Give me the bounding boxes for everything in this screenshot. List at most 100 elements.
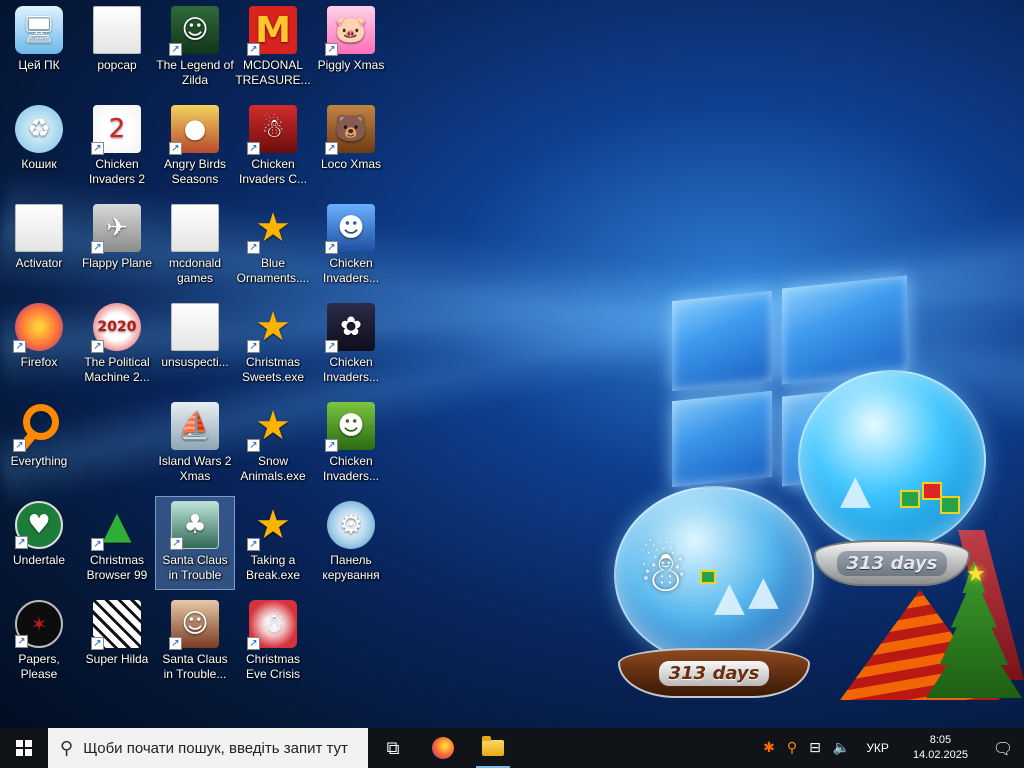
desktop-icon-label: Blue Ornaments.... [236,256,310,285]
desktop-icon-chicken-invaders[interactable]: ☻ ↗ Chicken Invaders... [312,398,390,490]
taskbar-file-explorer-button[interactable] [468,728,518,768]
desktop-icon-santa-claus-in-trouble-a[interactable]: ☺↗Santa Claus in Trouble... A... [156,596,234,688]
christmas-tree-icon: ▲ ↗ [91,501,141,551]
shortcut-arrow-icon: ↗ [13,439,26,452]
desktop-icon-label: Chicken Invaders... [322,355,380,384]
desktop-icon-island-wars-2-xmas[interactable]: ⛵ Island Wars 2 Xmas [156,398,234,490]
political-machine-icon: 2020 ↗ [91,303,141,353]
control-panel-icon: ⚙ [327,501,375,549]
snow-globe-right-base: 313 days [814,540,970,586]
shortcut-arrow-icon: ↗ [325,43,338,56]
island-wars-icon: ⛵ [171,402,219,450]
shortcut-arrow-icon: ↗ [91,538,104,551]
desktop-icon-christmas-sweets-exe[interactable]: ★ ↗ Christmas Sweets.exe [234,299,312,391]
desktop-icon-label: Santa Claus in Trouble [162,553,228,582]
desktop-icon-santa-claus-in-trouble[interactable]: ♣ ↗ Santa Claus in Trouble [155,496,235,590]
desktop-icon-label: Taking a Break.exe [245,553,301,582]
desktop-icon-цей-пк[interactable]: 🖥 Цей ПК [0,2,78,94]
desktop-icon-label: Chicken Invaders... [322,454,380,483]
desktop-icon-label: mcdonald games [168,256,222,285]
action-center-button[interactable]: 🗨 [982,728,1024,768]
desktop-icon-flappy-plane[interactable]: ✈ ↗ Flappy Plane [78,200,156,292]
shortcut-arrow-icon: ↗ [91,142,104,155]
shortcut-arrow-icon: ↗ [325,439,338,452]
star-game-icon: ★ ↗ [247,204,297,254]
desktop-icon-chicken-invaders[interactable]: ☻ ↗ Chicken Invaders... [312,200,390,292]
desktop-icon-кошик[interactable]: ♻ Кошик [0,101,78,193]
desktop-icon-taking-a-break-exe[interactable]: ★ ↗ Taking a Break.exe [234,497,312,589]
desktop-icon-papers-please[interactable]: ✶ ↗ Papers, Please [0,596,78,688]
desktop-icon-панель-керування[interactable]: ⚙ Панель керування [312,497,390,589]
papers-please-icon: ✶ ↗ [15,600,63,648]
desktop-icon-label: MCDONAL TREASURE... [235,58,311,87]
desktop-icon-firefox[interactable]: ↗ Firefox [0,299,78,391]
santa-trouble-again-icon: ☺ ↗ [169,600,219,650]
everything-tray-icon[interactable]: ⚲ [781,740,803,756]
shortcut-arrow-icon: ↗ [247,142,260,155]
taskbar-clock[interactable]: 8:05 14.02.2025 [899,733,982,763]
network-icon[interactable]: ⊟ [803,740,827,756]
desktop-icon-label: Christmas Eve Crisis [245,652,300,681]
desktop-icon-the-political-machine-2[interactable]: 2020 ↗ The Political Machine 2... [78,299,156,391]
system-tray: ✱ ⚲ ⊟ 🔈 УКР 8:05 14.02.2025 🗨 [757,728,1024,768]
desktop-icon-christmas-eve-crisis[interactable]: ☃ ↗ Christmas Eve Crisis [234,596,312,688]
desktop-icon-chicken-invaders-c[interactable]: ☃ ↗ Chicken Invaders C... [234,101,312,193]
desktop-icon-mcdonal-treasure[interactable]: M ↗ MCDONAL TREASURE... [234,2,312,94]
desktop-icon-the-legend-of-zilda[interactable]: ☺ ↗ The Legend of Zilda [156,2,234,94]
file-explorer-icon [482,736,504,756]
desktop-icon-label: Flappy Plane [81,256,153,270]
desktop-icon-blue-ornaments[interactable]: ★ ↗ Blue Ornaments.... [234,200,312,292]
desktop-icon-angry-birds-seasons[interactable]: ● ↗ Angry Birds Seasons [156,101,234,193]
desktop-icon-label: Christmas Browser 99 [86,553,148,582]
chicken-invaders-c-icon: ☃ ↗ [247,105,297,155]
chicken-invaders-2-icon: 2 ↗ [91,105,141,155]
shortcut-arrow-icon: ↗ [247,637,260,650]
taskbar-firefox-button[interactable] [418,728,468,768]
star-game-icon: ★ ↗ [247,303,297,353]
shortcut-arrow-icon: ↗ [170,537,183,550]
desktop-icon-snow-animals-exe[interactable]: ★ ↗ Snow Animals.exe [234,398,312,490]
tray-app-icon[interactable]: ✱ [757,740,781,756]
desktop-icon-label: Santa Claus in Trouble... A... [162,652,228,681]
shortcut-arrow-icon: ↗ [91,241,104,254]
desktop-icon-label: Панель керування [322,553,380,582]
notification-icon: 🗨 [992,738,1014,758]
desktop-icon-mcdonald-games[interactable]: mcdonald games [156,200,234,292]
search-placeholder: Щоби почати пошук, введіть запит тут [83,739,348,757]
desktop-icon-label: Snow Animals.exe [240,454,306,483]
desktop-icon-loco-xmas[interactable]: 🐻 ↗ Loco Xmas [312,101,390,193]
christmas-eve-crisis-icon: ☃ ↗ [247,600,297,650]
shortcut-arrow-icon: ↗ [13,340,26,353]
snow-globe-left[interactable]: ☃ ▲ ▲ [614,486,814,664]
desktop-icon-everything[interactable]: ↗ Everything [0,398,78,490]
this-pc-icon: 🖥 [15,6,63,54]
task-view-button[interactable]: ⧉ [368,728,418,768]
desktop-icon-chicken-invaders-2[interactable]: 2 ↗ Chicken Invaders 2 [78,101,156,193]
language-indicator[interactable]: УКР [856,741,899,755]
desktop-icon-label: Island Wars 2 Xmas [158,454,232,483]
desktop-icon-label: Piggly Xmas [317,58,385,72]
shortcut-arrow-icon: ↗ [91,340,104,353]
shortcut-arrow-icon: ↗ [325,142,338,155]
clock-time: 8:05 [929,734,952,746]
star-game-icon: ★ ↗ [247,501,297,551]
desktop-icon-piggly-xmas[interactable]: 🐷 ↗ Piggly Xmas [312,2,390,94]
chicken-invaders-icon: ☻ ↗ [325,204,375,254]
desktop-icon-christmas-browser-99[interactable]: ▲ ↗ Christmas Browser 99 [78,497,156,589]
desktop-icon-activator[interactable]: Activator [0,200,78,292]
taskbar-search-box[interactable]: ⚲ Щоби почати пошук, введіть запит тут [48,728,368,768]
start-button[interactable] [0,728,48,768]
desktop-icon-popcap[interactable]: popcap [78,2,156,94]
shortcut-arrow-icon: ↗ [325,241,338,254]
desktop-icon-undertale[interactable]: ♥ ↗ Undertale [0,497,78,589]
desktop-icon-unsuspecti[interactable]: unsuspecti... [156,299,234,391]
desktop-icon-super-hilda[interactable]: ↗ Super Hilda [78,596,156,688]
volume-icon[interactable]: 🔈 [827,740,856,756]
shortcut-arrow-icon: ↗ [247,241,260,254]
desktop-icon-label: Chicken Invaders... [322,256,380,285]
clock-date: 14.02.2025 [912,749,968,761]
undertale-icon: ♥ ↗ [15,501,63,549]
desktop-icon-chicken-invaders[interactable]: ✿ ↗ Chicken Invaders... [312,299,390,391]
loco-xmas-icon: 🐻 ↗ [325,105,375,155]
snow-globe-right[interactable]: ▲ [798,370,986,550]
